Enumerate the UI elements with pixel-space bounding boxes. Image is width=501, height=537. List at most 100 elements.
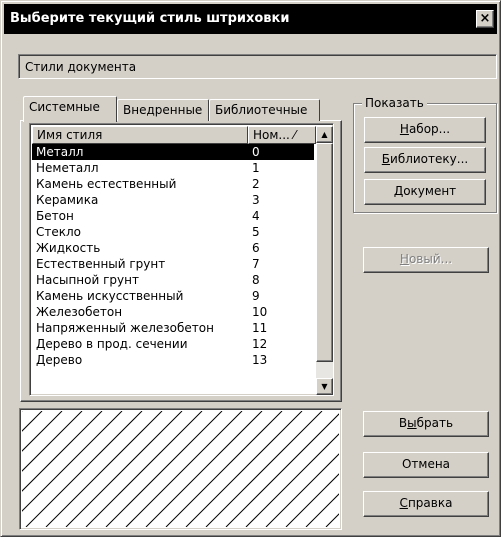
- list-row[interactable]: Камень естественный 2: [32, 176, 314, 192]
- row-style-number: 3: [252, 193, 260, 207]
- row-style-name: Бетон: [36, 209, 74, 223]
- row-style-number: 0: [252, 145, 260, 159]
- tab-library-label: Библиотечные: [215, 103, 308, 117]
- hatch-line: [22, 411, 123, 512]
- row-style-number: 12: [252, 337, 268, 351]
- scroll-up-button[interactable]: ▲: [316, 126, 333, 143]
- tab-system-label: Системные: [29, 100, 100, 114]
- arrow-down-icon: ▼: [321, 382, 328, 391]
- column-header-name[interactable]: Имя стиля: [32, 126, 248, 144]
- row-style-number: 6: [252, 241, 260, 255]
- show-set-label: абор...: [408, 122, 451, 136]
- tab-library[interactable]: Библиотечные: [209, 99, 320, 121]
- hatch-line: [285, 473, 339, 527]
- row-style-name: Камень естественный: [36, 177, 177, 191]
- row-style-number: 8: [252, 273, 260, 287]
- list-row[interactable]: Насыпной грунт 8: [32, 272, 314, 288]
- hatch-line: [265, 453, 339, 527]
- help-button[interactable]: Справка: [363, 491, 489, 517]
- list-scrollbar[interactable]: ▲ ▼: [316, 126, 333, 395]
- new-style-mnemonic: Н: [399, 252, 409, 266]
- new-style-button[interactable]: Новый...: [363, 247, 489, 273]
- row-style-name: Напряженный железобетон: [36, 321, 214, 335]
- list-header: Имя стиля Ном... ⁄: [32, 126, 316, 144]
- tab-embedded[interactable]: Внедренные: [117, 99, 209, 121]
- list-row[interactable]: Железобетон 10: [32, 304, 314, 320]
- new-style-label: овый...: [408, 252, 453, 266]
- column-header-number-label: Ном... ⁄: [253, 128, 296, 142]
- show-library-mnemonic: Б: [381, 152, 391, 166]
- list-row[interactable]: Дерево в прод. сечении 12: [32, 336, 314, 352]
- row-style-name: Насыпной грунт: [36, 273, 139, 287]
- dialog-title: Выберите текущий стиль штриховки: [10, 11, 290, 26]
- cancel-button[interactable]: Отмена: [363, 452, 489, 478]
- hatch-line: [305, 493, 339, 527]
- style-source-field: Стили документа: [18, 54, 497, 79]
- hatch-line: [325, 513, 339, 527]
- show-set-button[interactable]: Набор...: [364, 117, 486, 143]
- column-header-name-label: Имя стиля: [37, 128, 103, 142]
- hatch-line: [225, 413, 339, 527]
- row-style-name: Керамика: [36, 193, 99, 207]
- show-document-label: окумент: [403, 184, 457, 198]
- show-document-mnemonic: Д: [393, 184, 404, 198]
- list-row[interactable]: Неметалл 1: [32, 160, 314, 176]
- row-style-number: 2: [252, 177, 260, 191]
- close-button[interactable]: ×: [476, 10, 494, 28]
- row-style-name: Железобетон: [36, 305, 123, 319]
- row-style-number: 1: [252, 161, 260, 175]
- hatch-line: [22, 411, 83, 472]
- list-row[interactable]: Бетон 4: [32, 208, 314, 224]
- list-rows: Металл 0 Неметалл 1 Камень естественный 2 Кера…: [32, 144, 314, 368]
- hatch-preview: [19, 408, 342, 530]
- list-row[interactable]: Естественный грунт 7: [32, 256, 314, 272]
- list-row[interactable]: Стекло 5: [32, 224, 314, 240]
- row-style-number: 11: [252, 321, 268, 335]
- hatch-preview-pattern: [22, 411, 339, 527]
- scroll-down-button[interactable]: ▼: [316, 378, 333, 395]
- style-source-value: Стили документа: [25, 60, 137, 74]
- row-style-name: Дерево: [36, 353, 83, 367]
- row-style-name: Неметалл: [36, 161, 99, 175]
- show-set-mnemonic: Н: [399, 122, 409, 136]
- row-style-name: Дерево в прод. сечении: [36, 337, 188, 351]
- show-document-button[interactable]: Документ: [364, 179, 486, 205]
- row-style-name: Камень искусственный: [36, 289, 184, 303]
- row-style-name: Жидкость: [36, 241, 101, 255]
- tab-system[interactable]: Системные: [23, 96, 117, 122]
- list-row[interactable]: Керамика 3: [32, 192, 314, 208]
- row-style-number: 10: [252, 305, 268, 319]
- column-header-number[interactable]: Ном... ⁄: [248, 126, 316, 144]
- tab-embedded-label: Внедренные: [123, 103, 203, 117]
- list-row[interactable]: Жидкость 6: [32, 240, 314, 256]
- hatch-line: [22, 411, 103, 492]
- close-icon: ×: [479, 11, 491, 26]
- list-row[interactable]: Напряженный железобетон 11: [32, 320, 314, 336]
- help-mnemonic: С: [399, 496, 408, 510]
- row-style-number: 9: [252, 289, 260, 303]
- row-style-number: 7: [252, 257, 260, 271]
- select-label-start: В: [398, 416, 408, 430]
- row-style-name: Естественный грунт: [36, 257, 166, 271]
- list-row[interactable]: Металл 0: [32, 144, 314, 160]
- cancel-label: Отмена: [401, 457, 451, 471]
- hatch-line: [22, 411, 43, 432]
- show-library-label: иблиотеку...: [390, 152, 469, 166]
- show-library-button[interactable]: Библиотеку...: [364, 147, 486, 173]
- scroll-thumb[interactable]: [316, 143, 333, 362]
- select-button[interactable]: Выбрать: [363, 411, 489, 437]
- arrow-up-icon: ▲: [321, 130, 328, 139]
- title-bar[interactable]: Выберите текущий стиль штриховки ×: [4, 4, 497, 34]
- select-label-end: брать: [416, 416, 454, 430]
- row-style-number: 5: [252, 225, 260, 239]
- row-style-name: Металл: [36, 145, 84, 159]
- hatch-line: [22, 411, 63, 452]
- show-group-legend: Показать: [362, 96, 427, 110]
- list-row[interactable]: Камень искусственный 9: [32, 288, 314, 304]
- select-mnemonic: ы: [407, 416, 417, 430]
- style-list[interactable]: Имя стиля Ном... ⁄ Металл 0 Неметалл 1 Камен…: [29, 123, 334, 396]
- row-style-name: Стекло: [36, 225, 82, 239]
- hatch-style-dialog: Выберите текущий стиль штриховки × Стили…: [0, 0, 501, 537]
- row-style-number: 4: [252, 209, 260, 223]
- list-row[interactable]: Дерево 13: [32, 352, 314, 368]
